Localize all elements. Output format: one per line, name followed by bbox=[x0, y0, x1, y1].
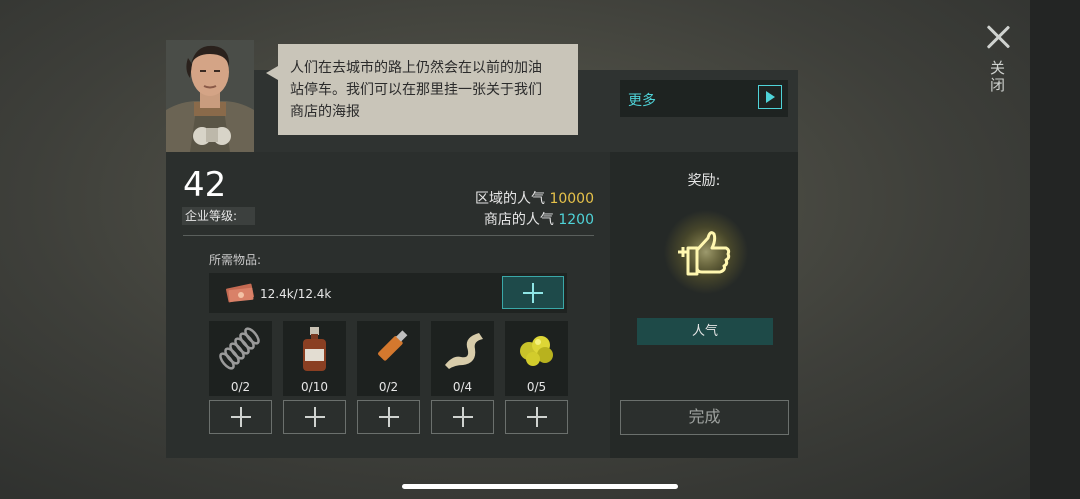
item-card-usb[interactable]: 0/2 bbox=[357, 321, 420, 396]
money-amount: 12.4k/12.4k bbox=[260, 287, 332, 301]
item-card-gold[interactable]: 0/5 bbox=[505, 321, 568, 396]
plus-icon bbox=[523, 283, 543, 303]
reward-title: 奖励: bbox=[687, 173, 721, 189]
gold-nugget-icon bbox=[520, 336, 553, 366]
item-count: 0/5 bbox=[526, 380, 547, 394]
more-button[interactable]: 更多 bbox=[620, 80, 788, 117]
add-item-button-usb[interactable] bbox=[357, 400, 420, 434]
add-item-button-tape[interactable] bbox=[431, 400, 494, 434]
shop-popularity-value: 1200 bbox=[558, 212, 594, 228]
shop-popularity-label: 商店的人气 bbox=[483, 212, 554, 228]
item-card-bottle[interactable]: 0/10 bbox=[283, 321, 346, 396]
home-indicator[interactable] bbox=[402, 484, 678, 489]
dialog-bubble: 人们在去城市的路上仍然会在以前的加油 站停车。我们可以在那里挂一张关于我们 商店… bbox=[266, 44, 578, 135]
plus-icon bbox=[231, 407, 251, 427]
item-card-spring[interactable]: 0/2 bbox=[209, 321, 272, 396]
item-count: 0/2 bbox=[378, 380, 399, 394]
dialog-text-line: 站停车。我们可以在那里挂一张关于我们 bbox=[290, 82, 542, 98]
dialog-text-line: 商店的海报 bbox=[290, 104, 360, 120]
dialog-text-line: 人们在去城市的路上仍然会在以前的加油 bbox=[290, 60, 542, 76]
plus-icon bbox=[527, 407, 547, 427]
item-count: 0/2 bbox=[230, 380, 251, 394]
plus-icon bbox=[379, 407, 399, 427]
add-item-button-gold[interactable] bbox=[505, 400, 568, 434]
add-money-button[interactable] bbox=[502, 276, 564, 309]
play-icon bbox=[758, 85, 782, 109]
right-edge-shade bbox=[1030, 0, 1080, 499]
spring-icon bbox=[219, 327, 260, 370]
usb-drive-icon bbox=[378, 330, 408, 361]
character-portrait bbox=[166, 40, 254, 152]
tape-icon bbox=[445, 333, 483, 369]
plus-icon bbox=[453, 407, 473, 427]
item-count: 0/4 bbox=[452, 380, 473, 394]
area-popularity: 区域的人气 10000 bbox=[475, 188, 594, 208]
item-card-tape[interactable]: 0/4 bbox=[431, 321, 494, 396]
plus-icon bbox=[305, 407, 325, 427]
divider bbox=[183, 235, 594, 236]
close-label[interactable]: 关闭 bbox=[988, 60, 1008, 94]
complete-button[interactable]: 完成 bbox=[620, 400, 789, 435]
enterprise-level: 42 bbox=[183, 165, 227, 205]
enterprise-level-label: 企业等级: bbox=[182, 207, 255, 225]
area-popularity-value: 10000 bbox=[549, 191, 594, 207]
close-icon[interactable] bbox=[985, 24, 1011, 50]
cash-icon bbox=[224, 281, 256, 305]
thumbs-up-icon bbox=[664, 210, 748, 294]
reward-badge: 人气 bbox=[637, 318, 773, 345]
area-popularity-label: 区域的人气 bbox=[475, 191, 545, 207]
required-items-label: 所需物品: bbox=[209, 253, 262, 267]
add-item-button-spring[interactable] bbox=[209, 400, 272, 434]
more-button-label: 更多 bbox=[628, 93, 656, 109]
bottle-icon bbox=[303, 327, 326, 371]
item-count: 0/10 bbox=[301, 380, 328, 394]
shop-popularity: 商店的人气 1200 bbox=[484, 209, 594, 229]
add-item-button-bottle[interactable] bbox=[283, 400, 346, 434]
